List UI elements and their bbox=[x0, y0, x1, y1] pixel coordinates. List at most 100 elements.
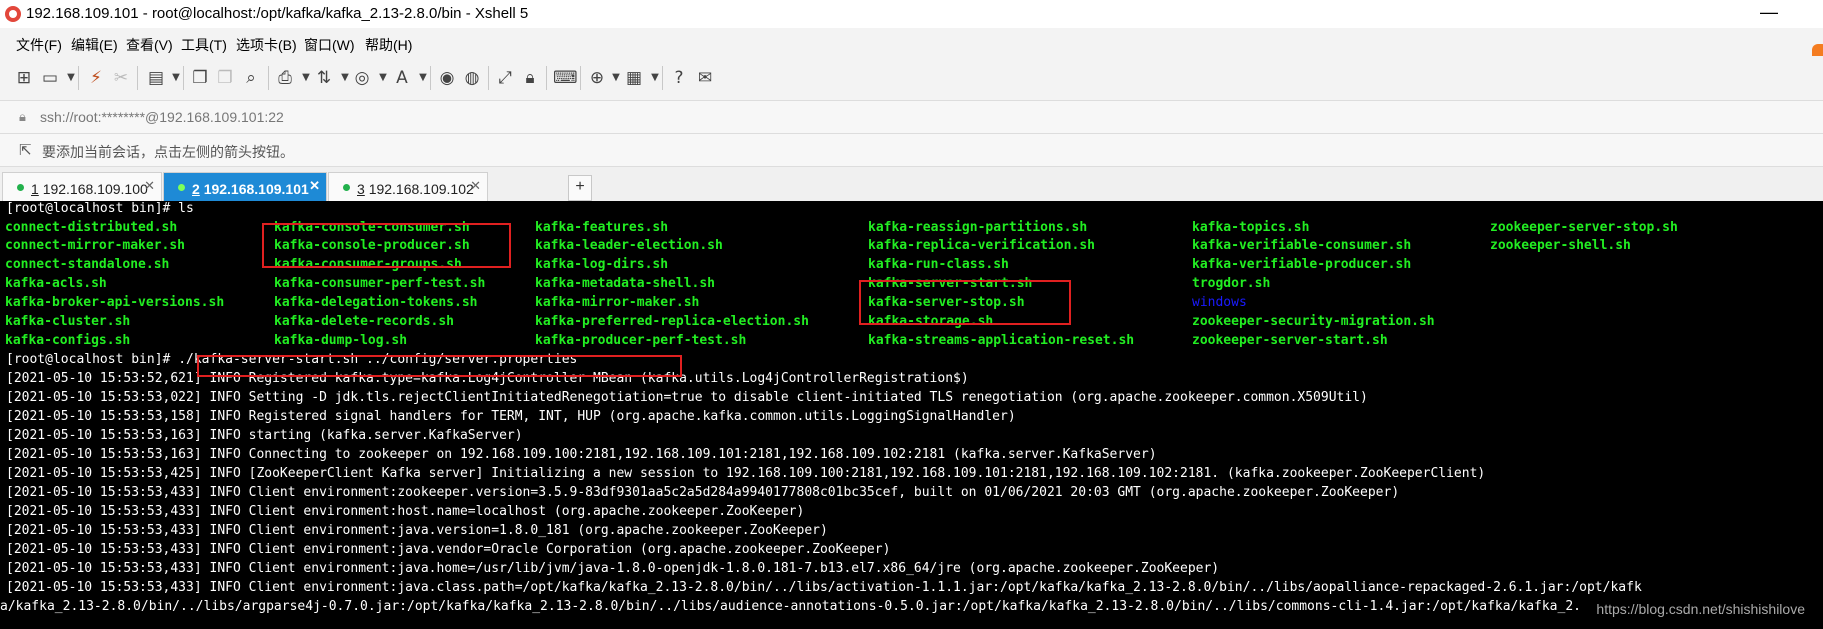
globe-icon[interactable]: ◎ bbox=[352, 68, 372, 88]
tab-host: 192.168.109.100 bbox=[42, 181, 148, 197]
chevron-down-icon[interactable]: ▼ bbox=[373, 68, 393, 88]
tab-number: 2 bbox=[192, 181, 200, 197]
ls-entry: kafka-features.sh bbox=[535, 220, 669, 235]
ls-entry: kafka-configs.sh bbox=[5, 333, 131, 348]
menu-edit[interactable]: 编辑(E) bbox=[71, 35, 118, 55]
log-line: [2021-05-10 15:53:53,163] INFO starting … bbox=[6, 428, 523, 443]
log-line: [2021-05-10 15:53:53,433] INFO Client en… bbox=[6, 523, 828, 538]
session-hint-text: 要添加当前会话，点击左侧的箭头按钮。 bbox=[42, 144, 294, 160]
disconnect-icon[interactable]: ✂ bbox=[111, 68, 131, 88]
ls-entry: kafka-run-class.sh bbox=[868, 257, 1009, 272]
ls-entry: kafka-reassign-partitions.sh bbox=[868, 220, 1088, 235]
log-line: [2021-05-10 15:53:53,433] INFO Client en… bbox=[6, 542, 891, 557]
open-folder-icon[interactable]: ▭ bbox=[40, 68, 60, 88]
log-line: [2021-05-10 15:53:53,433] INFO Client en… bbox=[6, 580, 1642, 595]
highlight-console-scripts bbox=[262, 223, 511, 268]
terminal-line: [root@localhost bin]# ls bbox=[6, 201, 194, 216]
menu-view[interactable]: 查看(V) bbox=[126, 35, 173, 55]
minimize-button[interactable]: — bbox=[1760, 2, 1778, 23]
connected-status-icon bbox=[17, 184, 24, 191]
lock-icon: 🔒︎ bbox=[19, 109, 26, 124]
ls-entry: kafka-producer-perf-test.sh bbox=[535, 333, 747, 348]
xftp-icon[interactable]: ◉ bbox=[437, 68, 457, 88]
ls-entry: zookeeper-security-migration.sh bbox=[1192, 314, 1435, 329]
font-icon[interactable]: A bbox=[392, 68, 412, 88]
title-bar: 192.168.109.101 - root@localhost:/opt/ka… bbox=[0, 0, 1823, 28]
menu-file[interactable]: 文件(F) bbox=[16, 35, 62, 55]
arrow-add-session-icon[interactable]: ⇱ bbox=[19, 141, 32, 159]
ls-entry: kafka-acls.sh bbox=[5, 276, 107, 291]
tab-session-2[interactable]: 2 192.168.109.101 ✕ bbox=[163, 172, 327, 202]
ls-entry: kafka-delegation-tokens.sh bbox=[274, 295, 478, 310]
tab-session-1[interactable]: 1 192.168.109.100 ✕ bbox=[2, 172, 162, 202]
connected-status-icon bbox=[343, 184, 350, 191]
session-hint-bar: ⇱ 要添加当前会话，点击左侧的箭头按钮。 bbox=[0, 133, 1823, 166]
address-bar: 🔒︎ ssh://root:********@192.168.109.101:2… bbox=[0, 100, 1823, 133]
ls-entry: connect-mirror-maker.sh bbox=[5, 238, 186, 253]
close-icon[interactable]: ✕ bbox=[470, 178, 481, 194]
keyboard-icon[interactable]: ⌨ bbox=[553, 68, 578, 88]
help-icon[interactable]: ? bbox=[669, 68, 689, 88]
transfer-icon[interactable]: ⇅ bbox=[314, 68, 334, 88]
layout-icon[interactable]: ▦ bbox=[624, 68, 644, 88]
tunnel-icon[interactable]: ◍ bbox=[462, 68, 482, 88]
properties-icon[interactable]: ▤ bbox=[146, 68, 166, 88]
ls-entry: kafka-preferred-replica-election.sh bbox=[535, 314, 809, 329]
reconnect-icon[interactable]: ⚡ bbox=[86, 68, 106, 88]
menu-tools[interactable]: 工具(T) bbox=[181, 35, 227, 55]
chevron-down-icon[interactable]: ▼ bbox=[296, 68, 316, 88]
ls-entry: kafka-topics.sh bbox=[1192, 220, 1310, 235]
new-tab-button[interactable]: + bbox=[568, 175, 592, 201]
ls-entry: kafka-broker-api-versions.sh bbox=[5, 295, 225, 310]
ls-entry: kafka-delete-records.sh bbox=[274, 314, 455, 329]
chat-icon[interactable]: ✉ bbox=[695, 68, 715, 88]
lock-icon[interactable]: 🔒︎ bbox=[520, 68, 540, 88]
find-icon[interactable]: ⌕ bbox=[241, 68, 261, 88]
session-address[interactable]: ssh://root:********@192.168.109.101:22 bbox=[40, 109, 284, 125]
window-title: 192.168.109.101 - root@localhost:/opt/ka… bbox=[26, 5, 529, 22]
toolbar: ⊞ ▭ ▼ ⚡ ✂ ▤ ▼ ❐ ❐ ⌕ ⎙ ▼ ⇅ ▼ ◎ ▼ A ▼ ◉ ◍ … bbox=[0, 56, 1823, 100]
log-line: [2021-05-10 15:53:53,425] INFO [ZooKeepe… bbox=[6, 466, 1486, 481]
tab-host: 192.168.109.102 bbox=[368, 181, 474, 197]
ls-entry: kafka-verifiable-consumer.sh bbox=[1192, 238, 1412, 253]
tab-session-3[interactable]: 3 192.168.109.102 ✕ bbox=[328, 172, 488, 202]
new-session-icon[interactable]: ⊞ bbox=[14, 68, 34, 88]
print-icon[interactable]: ⎙ bbox=[275, 68, 295, 88]
tab-number: 3 bbox=[357, 181, 365, 197]
close-icon[interactable]: ✕ bbox=[309, 178, 320, 194]
shell-prompt: [root@localhost bin]# bbox=[6, 352, 179, 367]
ls-entry: connect-standalone.sh bbox=[5, 257, 170, 272]
log-line: [2021-05-10 15:53:53,158] INFO Registere… bbox=[6, 409, 1016, 424]
ls-directory-entry: windows bbox=[1192, 295, 1247, 310]
ls-entry: trogdor.sh bbox=[1192, 276, 1271, 291]
highlight-start-command bbox=[197, 355, 682, 377]
menu-tabs[interactable]: 选项卡(B) bbox=[236, 35, 297, 55]
terminal[interactable]: [root@localhost bin]# ls connect-distrib… bbox=[0, 201, 1823, 629]
log-line: a/kafka_2.13-2.8.0/bin/../libs/argparse4… bbox=[0, 599, 1581, 614]
copy-icon[interactable]: ❐ bbox=[190, 68, 210, 88]
ls-entry: kafka-streams-application-reset.sh bbox=[868, 333, 1135, 348]
log-line: [2021-05-10 15:53:53,022] INFO Setting -… bbox=[6, 390, 1368, 405]
ls-entry: kafka-metadata-shell.sh bbox=[535, 276, 716, 291]
ls-entry: kafka-log-dirs.sh bbox=[535, 257, 669, 272]
ls-entry: connect-distributed.sh bbox=[5, 220, 178, 235]
ls-entry: kafka-dump-log.sh bbox=[274, 333, 408, 348]
chevron-down-icon[interactable]: ▼ bbox=[606, 68, 626, 88]
compose-icon[interactable]: ⊕ bbox=[587, 68, 607, 88]
ls-entry: zookeeper-server-start.sh bbox=[1192, 333, 1388, 348]
ls-entry: kafka-cluster.sh bbox=[5, 314, 131, 329]
close-icon[interactable]: ✕ bbox=[144, 178, 155, 194]
fullscreen-icon[interactable]: ⤢ bbox=[495, 68, 515, 88]
log-line: [2021-05-10 15:53:53,433] INFO Client en… bbox=[6, 561, 1220, 576]
watermark: https://blog.csdn.net/shishishilove bbox=[1596, 601, 1805, 617]
xshell-app-icon bbox=[5, 6, 21, 22]
ls-entry: zookeeper-server-stop.sh bbox=[1490, 220, 1678, 235]
menu-bar: 文件(F) 编辑(E) 查看(V) 工具(T) 选项卡(B) 窗口(W) 帮助(… bbox=[0, 28, 1823, 56]
paste-icon[interactable]: ❐ bbox=[215, 68, 235, 88]
tab-host: 192.168.109.101 bbox=[203, 181, 309, 197]
ls-entry: kafka-leader-election.sh bbox=[535, 238, 723, 253]
connected-status-icon bbox=[178, 184, 185, 191]
menu-window[interactable]: 窗口(W) bbox=[304, 35, 355, 55]
menu-help[interactable]: 帮助(H) bbox=[365, 35, 412, 55]
log-line: [2021-05-10 15:53:53,163] INFO Connectin… bbox=[6, 447, 1157, 462]
